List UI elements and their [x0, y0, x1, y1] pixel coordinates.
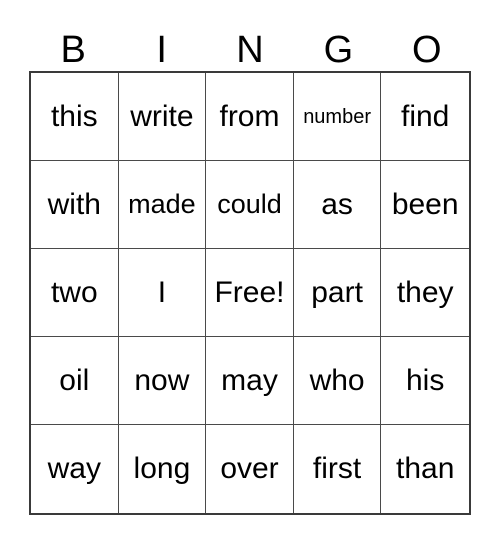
bingo-cell-label: find [401, 99, 450, 133]
bingo-cell-label: may [221, 363, 278, 397]
bingo-cell-label: way [47, 452, 101, 485]
bingo-cell-label: over [220, 452, 279, 485]
bingo-cell-o5[interactable]: than [381, 425, 469, 513]
bingo-cell-i3[interactable]: I [118, 249, 207, 337]
bingo-cell-label: two [50, 275, 98, 309]
bingo-cell-label: been [391, 187, 459, 221]
bingo-cell-o1[interactable]: find [381, 73, 469, 161]
bingo-cell-label: his [406, 363, 445, 397]
bingo-cell-n2[interactable]: could [206, 161, 294, 249]
bingo-cell-o2[interactable]: been [381, 161, 469, 249]
bingo-cell-g1[interactable]: number [293, 73, 382, 161]
bingo-cell-label: as [321, 187, 353, 221]
bingo-cell-label: this [50, 99, 98, 133]
bingo-cell-b2[interactable]: with [31, 161, 119, 249]
bingo-cell-n5[interactable]: over [206, 425, 294, 513]
bingo-cell-free-space[interactable]: Free! [206, 249, 294, 337]
bingo-cell-label: write [130, 99, 194, 133]
header-letter-g: G [323, 29, 354, 71]
bingo-cell-o4[interactable]: his [381, 337, 469, 425]
bingo-card: B I N G O this write from number find wi… [0, 0, 500, 544]
header-letter-b: B [60, 29, 86, 71]
bingo-cell-g4[interactable]: who [293, 337, 382, 425]
bingo-cell-label: I [157, 275, 167, 309]
bingo-cell-label: who [309, 363, 365, 397]
free-space-label: Free! [214, 275, 285, 309]
bingo-cell-label: than [395, 452, 455, 485]
bingo-cell-label: oil [59, 363, 90, 397]
bingo-cell-label: could [217, 189, 282, 219]
bingo-cell-label: part [311, 275, 363, 309]
header-letter-i: I [156, 29, 167, 71]
bingo-cell-label: number [303, 105, 371, 128]
bingo-cell-n1[interactable]: from [206, 73, 294, 161]
bingo-cell-label: they [396, 275, 454, 309]
bingo-cell-i2[interactable]: made [118, 161, 207, 249]
bingo-cell-label: made [128, 189, 196, 219]
bingo-cell-g2[interactable]: as [293, 161, 382, 249]
bingo-cell-i1[interactable]: write [118, 73, 207, 161]
bingo-cell-b5[interactable]: way [31, 425, 119, 513]
bingo-cell-label: now [134, 363, 190, 397]
bingo-cell-label: first [312, 452, 362, 485]
bingo-cell-n4[interactable]: may [206, 337, 294, 425]
bingo-cell-b3[interactable]: two [31, 249, 119, 337]
bingo-cell-o3[interactable]: they [381, 249, 469, 337]
bingo-cell-i4[interactable]: now [118, 337, 207, 425]
bingo-header-row: B I N G O [29, 18, 471, 71]
bingo-cell-g5[interactable]: first [293, 425, 382, 513]
header-letter-n: N [236, 29, 264, 71]
bingo-grid: this write from number find with made co… [29, 71, 471, 515]
bingo-cell-b4[interactable]: oil [31, 337, 119, 425]
header-letter-o: O [412, 29, 442, 71]
bingo-cell-label: with [47, 187, 101, 221]
bingo-cell-label: from [219, 99, 280, 133]
bingo-cell-label: long [133, 452, 191, 485]
bingo-cell-g3[interactable]: part [293, 249, 382, 337]
bingo-cell-b1[interactable]: this [31, 73, 119, 161]
bingo-cell-i5[interactable]: long [118, 425, 207, 513]
